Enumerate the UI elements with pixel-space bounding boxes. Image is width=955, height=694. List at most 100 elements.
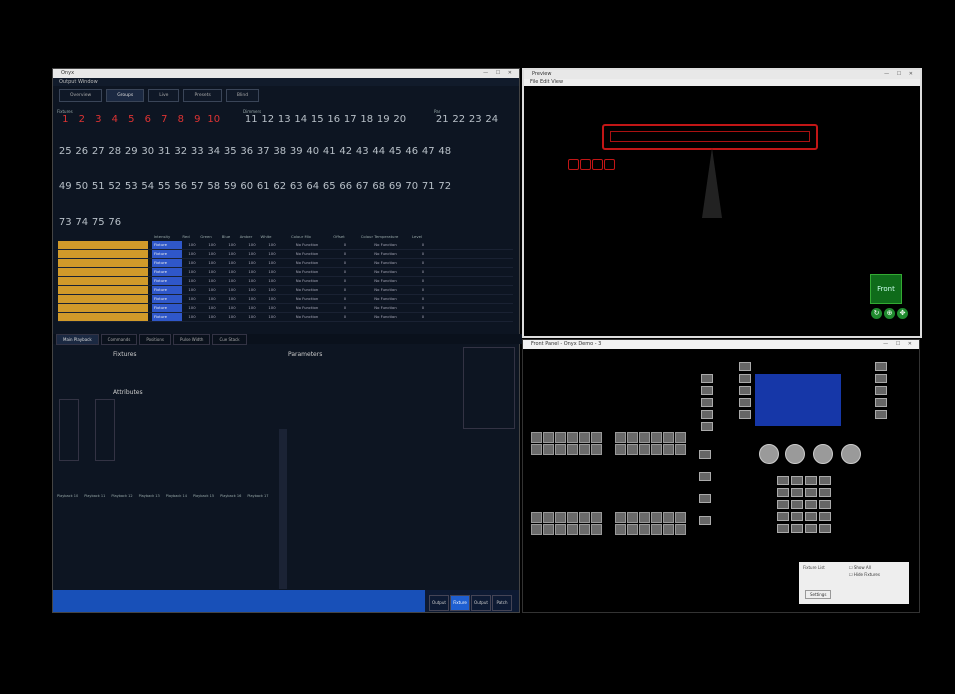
tab-presets[interactable]: Presets: [183, 89, 222, 102]
temp-cell[interactable]: No Function: [358, 277, 413, 285]
function-cell[interactable]: No Function: [282, 304, 332, 312]
channel-29[interactable]: 29: [123, 146, 140, 157]
value-cell[interactable]: 100: [182, 304, 202, 312]
channel-50[interactable]: 50: [74, 181, 91, 192]
fader-button[interactable]: [615, 432, 626, 443]
fader-button[interactable]: [639, 524, 650, 535]
function-cell[interactable]: No Function: [282, 268, 332, 276]
key-button[interactable]: [819, 512, 831, 521]
value-cell[interactable]: 100: [262, 259, 282, 267]
fixture-name[interactable]: [58, 259, 148, 267]
key-button[interactable]: [739, 410, 751, 419]
channel-28[interactable]: 28: [107, 146, 124, 157]
rotate-icon[interactable]: ↻: [871, 308, 882, 319]
channel-15[interactable]: 15: [309, 114, 326, 125]
fader-button[interactable]: [591, 524, 602, 535]
window-controls[interactable]: — ☐ ✕: [884, 70, 916, 79]
key-button[interactable]: [875, 362, 887, 371]
channel-20[interactable]: 20: [392, 114, 409, 125]
playback-panel[interactable]: [463, 347, 515, 429]
key-button[interactable]: [791, 524, 803, 533]
fixture-name[interactable]: [58, 268, 148, 276]
channel-44[interactable]: 44: [371, 146, 388, 157]
channel-34[interactable]: 34: [206, 146, 223, 157]
value-cell[interactable]: 100: [242, 313, 262, 321]
channel-1[interactable]: 1: [57, 114, 74, 125]
channel-38[interactable]: 38: [272, 146, 289, 157]
channel-56[interactable]: 56: [173, 181, 190, 192]
channel-42[interactable]: 42: [338, 146, 355, 157]
value-cell[interactable]: 100: [202, 259, 222, 267]
channel-66[interactable]: 66: [338, 181, 355, 192]
key-button[interactable]: [701, 398, 713, 407]
offset-cell[interactable]: 0: [332, 259, 358, 267]
offset-cell[interactable]: 0: [332, 268, 358, 276]
channel-21[interactable]: 21: [434, 114, 451, 125]
fader-button[interactable]: [555, 444, 566, 455]
key-button[interactable]: [777, 488, 789, 497]
key-button[interactable]: [819, 524, 831, 533]
channel-27[interactable]: 27: [90, 146, 107, 157]
channel-19[interactable]: 19: [375, 114, 392, 125]
fixture-button[interactable]: Fixture: [450, 595, 470, 611]
table-row[interactable]: Fixture 100 100 100 100 100 No Function 0 No Fun…: [58, 259, 513, 268]
channel-47[interactable]: 47: [420, 146, 437, 157]
channel-7[interactable]: 7: [156, 114, 173, 125]
fader-button[interactable]: [567, 432, 578, 443]
playback-slot[interactable]: [95, 399, 115, 461]
fader-button[interactable]: [663, 512, 674, 523]
channel-30[interactable]: 30: [140, 146, 157, 157]
value-cell[interactable]: 100: [202, 268, 222, 276]
fixture-name[interactable]: [58, 304, 148, 312]
channel-14[interactable]: 14: [293, 114, 310, 125]
fader-button[interactable]: [591, 444, 602, 455]
table-row[interactable]: Fixture 100 100 100 100 100 No Function 0 No Fun…: [58, 286, 513, 295]
mode-cell[interactable]: Fixture: [152, 304, 182, 312]
level-cell[interactable]: 0: [413, 286, 433, 294]
channel-73[interactable]: 73: [57, 217, 74, 228]
value-cell[interactable]: 100: [202, 277, 222, 285]
channel-9[interactable]: 9: [189, 114, 206, 125]
fader-button[interactable]: [663, 444, 674, 455]
channel-67[interactable]: 67: [354, 181, 371, 192]
value-cell[interactable]: 100: [182, 313, 202, 321]
value-cell[interactable]: 100: [262, 250, 282, 258]
channel-31[interactable]: 31: [156, 146, 173, 157]
channel-51[interactable]: 51: [90, 181, 107, 192]
channel-63[interactable]: 63: [288, 181, 305, 192]
patch-button[interactable]: Patch: [492, 595, 512, 611]
offset-cell[interactable]: 0: [332, 286, 358, 294]
command-line[interactable]: [53, 590, 425, 612]
key-button[interactable]: [699, 494, 711, 503]
fader-button[interactable]: [591, 512, 602, 523]
channel-25[interactable]: 25: [57, 146, 74, 157]
fader-button[interactable]: [555, 432, 566, 443]
encoder-knob[interactable]: [813, 444, 833, 464]
fader-button[interactable]: [627, 512, 638, 523]
value-cell[interactable]: 100: [242, 304, 262, 312]
value-cell[interactable]: 100: [202, 286, 222, 294]
level-cell[interactable]: 0: [413, 277, 433, 285]
key-button[interactable]: [739, 386, 751, 395]
key-button[interactable]: [805, 512, 817, 521]
channel-6[interactable]: 6: [140, 114, 157, 125]
level-cell[interactable]: 0: [413, 241, 433, 249]
channel-24[interactable]: 24: [484, 114, 501, 125]
offset-cell[interactable]: 0: [332, 277, 358, 285]
fader-button[interactable]: [591, 432, 602, 443]
fader-button[interactable]: [531, 432, 542, 443]
fixture-name[interactable]: [58, 241, 148, 249]
encoder-knob[interactable]: [785, 444, 805, 464]
level-cell[interactable]: 0: [413, 313, 433, 321]
channel-17[interactable]: 17: [342, 114, 359, 125]
pan-icon[interactable]: ✥: [897, 308, 908, 319]
fader-button[interactable]: [543, 524, 554, 535]
function-cell[interactable]: No Function: [282, 277, 332, 285]
key-button[interactable]: [739, 374, 751, 383]
key-button[interactable]: [777, 512, 789, 521]
value-cell[interactable]: 100: [242, 259, 262, 267]
value-cell[interactable]: 100: [222, 277, 242, 285]
fader-button[interactable]: [651, 524, 662, 535]
value-cell[interactable]: 100: [222, 313, 242, 321]
fader-button[interactable]: [651, 432, 662, 443]
